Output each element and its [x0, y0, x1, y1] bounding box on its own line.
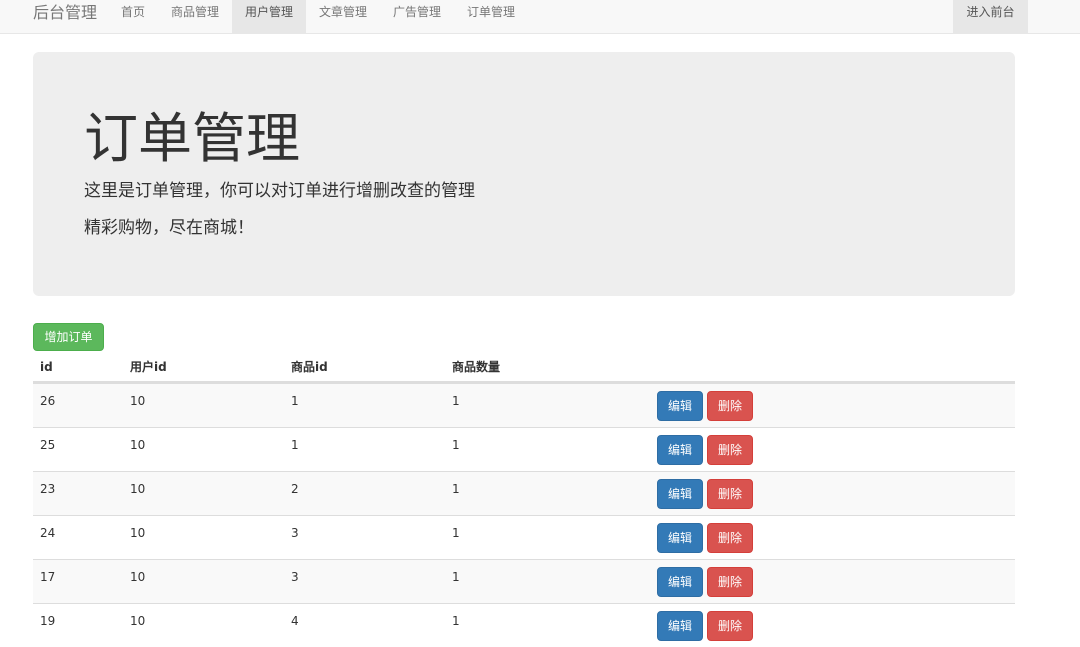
enter-frontend-link[interactable]: 进入前台	[953, 0, 1028, 34]
delete-button[interactable]: 删除	[707, 611, 753, 641]
nav-item-users[interactable]: 用户管理	[232, 0, 306, 34]
table-row: 26 10 1 1 编辑 删除	[33, 383, 1015, 427]
cell-quantity: 1	[452, 526, 460, 540]
column-header-quantity: 商品数量	[452, 360, 501, 374]
edit-button[interactable]: 编辑	[657, 479, 703, 509]
cell-product-id: 1	[291, 438, 299, 452]
nav-item-orders[interactable]: 订单管理	[458, 0, 526, 34]
delete-button[interactable]: 删除	[707, 523, 753, 553]
cell-id: 19	[40, 614, 56, 628]
nav-item-ads[interactable]: 广告管理	[384, 0, 452, 34]
delete-button[interactable]: 删除	[707, 567, 753, 597]
page-description: 这里是订单管理，你可以对订单进行增删改查的管理	[84, 181, 475, 201]
page-title: 订单管理	[84, 107, 300, 170]
page-slogan: 精彩购物，尽在商城！	[84, 218, 254, 238]
cell-product-id: 4	[291, 614, 299, 628]
column-header-user-id: 用户id	[130, 360, 167, 374]
cell-product-id: 3	[291, 526, 299, 540]
delete-button[interactable]: 删除	[707, 435, 753, 465]
cell-user-id: 10	[130, 526, 146, 540]
edit-button[interactable]: 编辑	[657, 567, 703, 597]
table-row: 17 10 3 1 编辑 删除	[33, 559, 1015, 603]
table-row: 24 10 3 1 编辑 删除	[33, 515, 1015, 559]
cell-quantity: 1	[452, 438, 460, 452]
cell-user-id: 10	[130, 482, 146, 496]
cell-id: 25	[40, 438, 56, 452]
nav-item-articles[interactable]: 文章管理	[310, 0, 378, 34]
table-row: 19 10 4 1 编辑 删除	[33, 603, 1015, 647]
nav-item-products[interactable]: 商品管理	[162, 0, 230, 34]
cell-user-id: 10	[130, 438, 146, 452]
nav-item-home[interactable]: 首页	[112, 0, 154, 34]
cell-id: 23	[40, 482, 56, 496]
table-row: 23 10 2 1 编辑 删除	[33, 471, 1015, 515]
cell-user-id: 10	[130, 394, 146, 408]
navbar: 后台管理 首页 商品管理 用户管理 文章管理 广告管理 订单管理 进入前台	[0, 0, 1080, 34]
cell-id: 26	[40, 394, 56, 408]
edit-button[interactable]: 编辑	[657, 435, 703, 465]
edit-button[interactable]: 编辑	[657, 523, 703, 553]
cell-product-id: 3	[291, 570, 299, 584]
cell-quantity: 1	[452, 482, 460, 496]
delete-button[interactable]: 删除	[707, 479, 753, 509]
cell-id: 17	[40, 570, 56, 584]
cell-quantity: 1	[452, 614, 460, 628]
column-header-id: id	[40, 360, 53, 374]
add-order-button[interactable]: 增加订单	[33, 323, 104, 351]
cell-quantity: 1	[452, 394, 460, 408]
column-header-product-id: 商品id	[291, 360, 328, 374]
cell-user-id: 10	[130, 570, 146, 584]
table-header: id 用户id 商品id 商品数量	[33, 353, 1015, 383]
edit-button[interactable]: 编辑	[657, 391, 703, 421]
jumbotron: 订单管理 这里是订单管理，你可以对订单进行增删改查的管理 精彩购物，尽在商城！	[33, 52, 1015, 296]
navbar-brand[interactable]: 后台管理	[33, 0, 97, 26]
delete-button[interactable]: 删除	[707, 391, 753, 421]
cell-product-id: 1	[291, 394, 299, 408]
cell-quantity: 1	[452, 570, 460, 584]
cell-product-id: 2	[291, 482, 299, 496]
edit-button[interactable]: 编辑	[657, 611, 703, 641]
table-row: 25 10 1 1 编辑 删除	[33, 427, 1015, 471]
cell-user-id: 10	[130, 614, 146, 628]
cell-id: 24	[40, 526, 56, 540]
